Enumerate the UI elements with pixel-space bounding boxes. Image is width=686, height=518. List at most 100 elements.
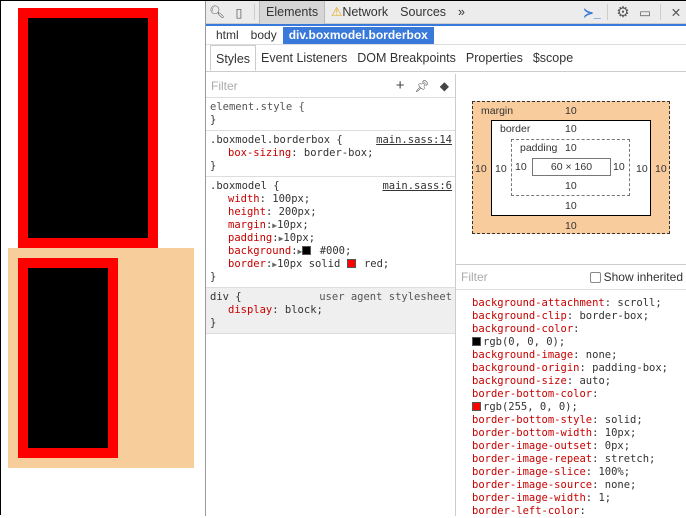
style-property[interactable]: padding:▶10px; bbox=[210, 232, 451, 245]
close-icon[interactable]: ✕ bbox=[665, 5, 686, 20]
property-name[interactable]: box-sizing bbox=[228, 147, 291, 159]
search-icon[interactable]: 🔍︎ bbox=[206, 5, 228, 20]
computed-property[interactable]: background-clip: border-box; bbox=[472, 310, 686, 323]
border-top[interactable]: 10 bbox=[565, 123, 577, 135]
dock-icon[interactable]: ▭ bbox=[634, 5, 656, 20]
computed-property[interactable]: rgb(0, 0, 0); bbox=[472, 336, 686, 349]
gear-icon[interactable]: ⚙ bbox=[612, 3, 634, 21]
style-property[interactable]: border:▶10px solid red; bbox=[210, 258, 451, 271]
toggle-element-state-icon[interactable]: ◆ bbox=[440, 79, 449, 93]
padding-right[interactable]: 10 bbox=[613, 161, 625, 173]
tab-event-listeners[interactable]: Event Listeners bbox=[256, 45, 352, 71]
divider bbox=[254, 4, 255, 20]
tab-dom-breakpoints[interactable]: DOM Breakpoints bbox=[352, 45, 461, 71]
property-value[interactable]: 100px; bbox=[266, 193, 310, 205]
border-right[interactable]: 10 bbox=[636, 163, 648, 175]
style-rule[interactable]: div {user agent stylesheet display: block… bbox=[206, 288, 455, 334]
rule-close: } bbox=[210, 271, 217, 283]
computed-property[interactable]: rgb(255, 0, 0); bbox=[472, 401, 686, 414]
content-size[interactable]: 60 × 160 bbox=[532, 158, 611, 176]
computed-property[interactable]: border-bottom-style: solid; bbox=[472, 414, 686, 427]
computed-filter-input[interactable]: Filter bbox=[461, 270, 590, 284]
property-name[interactable]: padding bbox=[228, 232, 272, 244]
pin-icon[interactable]: 📌︎ bbox=[415, 79, 430, 93]
property-name[interactable]: width bbox=[228, 193, 260, 205]
color-swatch[interactable] bbox=[302, 246, 312, 255]
tab-network[interactable]: ⚠Network bbox=[325, 1, 394, 24]
style-rule[interactable]: .boxmodel.borderbox {main.sass:14 box-siz… bbox=[206, 131, 455, 177]
rule-close: } bbox=[210, 114, 217, 126]
console-drawer-icon[interactable]: ≻_ bbox=[581, 5, 603, 20]
rule-close: } bbox=[210, 317, 217, 329]
computed-property[interactable]: border-image-source: none; bbox=[472, 479, 686, 492]
property-name[interactable]: display bbox=[228, 304, 272, 316]
computed-property[interactable]: border-image-repeat: stretch; bbox=[472, 453, 686, 466]
boxmodel-content-box[interactable] bbox=[18, 8, 158, 248]
tab-scope[interactable]: $scope bbox=[528, 45, 578, 71]
property-value[interactable]: block; bbox=[279, 304, 323, 316]
devtools-toolbar: 🔍︎ ▯ Elements ⚠Network Sources » ≻_ ⚙ ▭ … bbox=[206, 0, 686, 24]
style-property[interactable]: background:▶ #000; bbox=[210, 245, 451, 258]
breadcrumb-html[interactable]: html bbox=[210, 27, 245, 44]
property-name[interactable]: background bbox=[228, 245, 291, 257]
property-name: border-bottom-style bbox=[472, 414, 593, 426]
margin-bottom[interactable]: 10 bbox=[565, 220, 577, 232]
padding-left[interactable]: 10 bbox=[515, 161, 527, 173]
new-rule-icon[interactable]: + bbox=[396, 77, 405, 94]
property-value[interactable]: #000; bbox=[313, 245, 352, 257]
padding-top[interactable]: 10 bbox=[565, 142, 577, 154]
computed-property[interactable]: background-size: auto; bbox=[472, 375, 686, 388]
tab-elements[interactable]: Elements bbox=[259, 0, 326, 24]
color-swatch[interactable] bbox=[346, 259, 356, 268]
property-value[interactable]: 10px; bbox=[277, 219, 309, 231]
devtools-panel: 🔍︎ ▯ Elements ⚠Network Sources » ≻_ ⚙ ▭ … bbox=[205, 0, 686, 518]
margin-top[interactable]: 10 bbox=[565, 105, 577, 117]
computed-property[interactable]: background-color: bbox=[472, 323, 686, 336]
computed-property[interactable]: background-image: none; bbox=[472, 349, 686, 362]
padding-bottom[interactable]: 10 bbox=[565, 180, 577, 192]
border-bottom[interactable]: 10 bbox=[565, 200, 577, 212]
computed-property[interactable]: border-image-width: 1; bbox=[472, 492, 686, 505]
property-value[interactable]: 10px; bbox=[283, 232, 315, 244]
border-left[interactable]: 10 bbox=[495, 163, 507, 175]
property-value: padding-box; bbox=[585, 362, 668, 374]
boxmodel-borderbox-selected[interactable] bbox=[18, 258, 118, 458]
element-style-rule[interactable]: element.style { } bbox=[206, 98, 455, 131]
computed-property[interactable]: background-origin: padding-box; bbox=[472, 362, 686, 375]
computed-property[interactable]: background-attachment: scroll; bbox=[472, 297, 686, 310]
property-name: border-bottom-color bbox=[472, 388, 593, 400]
property-value[interactable]: border-box; bbox=[298, 147, 374, 159]
breadcrumb-body[interactable]: body bbox=[245, 27, 283, 44]
style-property[interactable]: margin:▶10px; bbox=[210, 219, 451, 232]
style-property[interactable]: box-sizing: border-box; bbox=[210, 147, 451, 160]
margin-right[interactable]: 10 bbox=[655, 163, 667, 175]
property-value[interactable]: 200px; bbox=[272, 206, 317, 218]
property-value-rest[interactable]: red; bbox=[358, 258, 389, 270]
show-inherited-checkbox[interactable] bbox=[589, 271, 601, 283]
property-value[interactable]: 10px solid bbox=[277, 258, 347, 270]
property-name[interactable]: margin bbox=[228, 219, 266, 231]
rule-source-link[interactable]: main.sass:14 bbox=[376, 134, 452, 147]
property-value: solid; bbox=[598, 414, 643, 426]
divider bbox=[607, 4, 608, 20]
margin-left[interactable]: 10 bbox=[475, 163, 487, 175]
tab-styles[interactable]: Styles bbox=[210, 45, 257, 71]
style-property[interactable]: height: 200px; bbox=[210, 206, 451, 219]
computed-property[interactable]: border-bottom-color: bbox=[472, 388, 686, 401]
tab-properties[interactable]: Properties bbox=[461, 45, 528, 71]
style-rule[interactable]: .boxmodel {main.sass:6 width: 100px; heigh… bbox=[206, 177, 455, 288]
computed-property[interactable]: border-bottom-width: 10px; bbox=[472, 427, 686, 440]
property-name[interactable]: border bbox=[228, 258, 266, 270]
computed-property[interactable]: border-image-slice: 100%; bbox=[472, 466, 686, 479]
device-mode-icon[interactable]: ▯ bbox=[228, 5, 250, 20]
styles-filter[interactable]: Filter + 📌︎ ◆ bbox=[206, 74, 455, 98]
breadcrumb-div[interactable]: div.boxmodel.borderbox bbox=[282, 26, 434, 44]
tab-sources[interactable]: Sources bbox=[394, 1, 452, 24]
computed-property[interactable]: border-left-color: bbox=[472, 505, 686, 518]
style-property[interactable]: display: block; bbox=[210, 304, 451, 317]
more-tabs-button[interactable]: » bbox=[452, 1, 471, 24]
style-property[interactable]: width: 100px; bbox=[210, 193, 451, 206]
property-name[interactable]: height bbox=[228, 206, 266, 218]
computed-property[interactable]: border-image-outset: 0px; bbox=[472, 440, 686, 453]
rule-source-link[interactable]: main.sass:6 bbox=[382, 180, 452, 193]
